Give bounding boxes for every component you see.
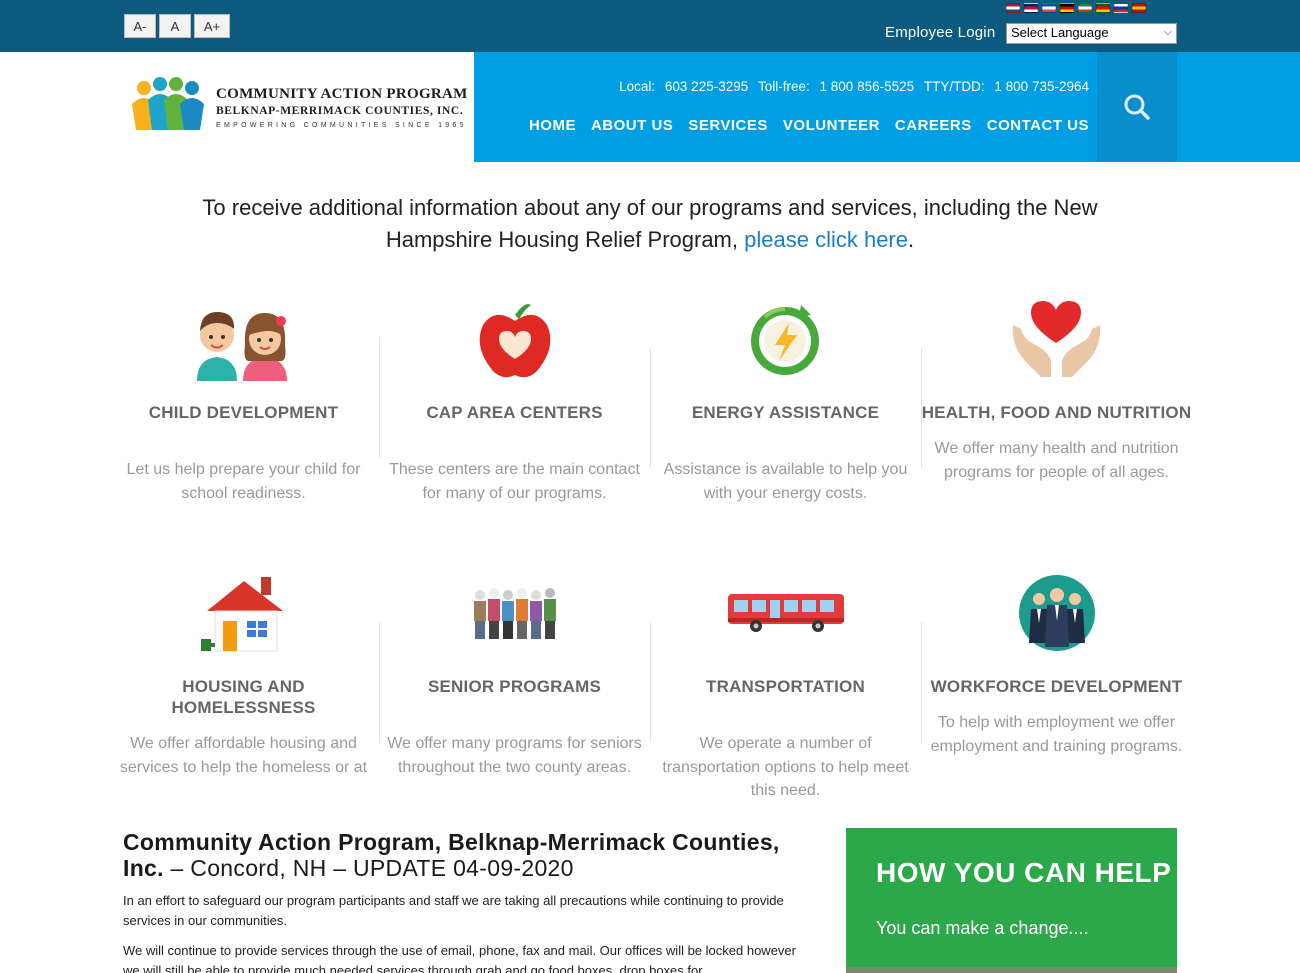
service-title: HOUSING AND HOMELESSNESS: [171, 677, 316, 717]
service-text: We offer many programs for seniors throu…: [387, 735, 642, 776]
spanish-flag-icon[interactable]: [1132, 3, 1146, 13]
heart-hands-icon: [921, 294, 1192, 384]
portuguese-flag-icon[interactable]: [1096, 3, 1110, 13]
increase-font-button[interactable]: A+: [194, 14, 230, 38]
service-housing-homelessness[interactable]: HOUSING AND HOMELESSNESS We offer afford…: [108, 568, 379, 779]
service-energy-assistance[interactable]: ENERGY ASSISTANCE Assistance is availabl…: [650, 294, 921, 505]
service-title: CHILD DEVELOPMENT: [148, 403, 339, 422]
news-title: Community Action Program, Belknap-Merrim…: [123, 829, 823, 881]
news-paragraph: In an effort to safeguard our program pa…: [123, 893, 784, 928]
language-flags: [1006, 3, 1146, 13]
top-bar: A- A A+ Employee Login Select Language ⌵: [0, 0, 1300, 52]
local-phone[interactable]: 603 225-3295: [665, 79, 748, 94]
intro-end: .: [908, 227, 915, 252]
logo-people-icon: [132, 77, 204, 130]
main-nav: HOME ABOUT US SERVICES VOLUNTEER CAREERS…: [529, 117, 1089, 134]
house-icon: [108, 568, 379, 658]
intro-message: To receive additional information about …: [150, 192, 1150, 256]
service-transportation[interactable]: TRANSPORTATION We operate a number of tr…: [650, 568, 921, 803]
italian-flag-icon[interactable]: [1078, 3, 1092, 13]
reset-font-button[interactable]: A: [159, 14, 191, 38]
service-cap-area-centers[interactable]: CAP AREA CENTERS These centers are the m…: [379, 294, 650, 505]
bus-icon: [650, 568, 921, 658]
tollfree-phone[interactable]: 1 800 856-5525: [820, 79, 915, 94]
service-text: Assistance is available to help you with…: [663, 461, 908, 502]
contact-numbers: Local: 603 225-3295 Toll-free: 1 800 856…: [613, 79, 1089, 94]
local-label: Local:: [619, 79, 656, 94]
intro-link[interactable]: please click here: [744, 227, 908, 252]
service-text: Let us help prepare your child for schoo…: [126, 461, 361, 502]
help-subtitle: You can make a change....: [876, 918, 1089, 938]
nav-about-us[interactable]: ABOUT US: [591, 117, 673, 134]
russian-flag-icon[interactable]: [1114, 3, 1128, 13]
service-text: We operate a number of transportation op…: [662, 735, 909, 799]
logo-subtitle: BELKNAP-MERRIMACK COUNTIES, INC.: [216, 105, 464, 117]
search-icon: [1124, 94, 1150, 120]
news-paragraph: We will continue to provide services thr…: [123, 943, 796, 973]
service-text: We offer affordable housing and services…: [119, 735, 368, 776]
energy-icon: [650, 294, 921, 384]
search-button[interactable]: [1097, 52, 1177, 162]
decrease-font-button[interactable]: A-: [124, 14, 156, 38]
intro-text: To receive additional information about …: [202, 195, 1098, 252]
news-title-rest: – Concord, NH – UPDATE 04-09-2020: [163, 855, 574, 881]
apple-icon: [379, 294, 650, 384]
service-senior-programs[interactable]: SENIOR PROGRAMS We offer many programs f…: [379, 568, 650, 779]
dutch-flag-icon[interactable]: [1006, 3, 1020, 13]
german-flag-icon[interactable]: [1060, 3, 1074, 13]
service-title: WORKFORCE DEVELOPMENT: [930, 677, 1183, 696]
nav-volunteer[interactable]: VOLUNTEER: [783, 117, 880, 134]
workforce-icon: [921, 568, 1192, 658]
seniors-icon: [379, 568, 650, 658]
nav-careers[interactable]: CAREERS: [895, 117, 972, 134]
language-select-value: Select Language: [1011, 25, 1109, 40]
service-title: SENIOR PROGRAMS: [427, 677, 602, 696]
help-title: HOW YOU CAN HELP: [876, 857, 1172, 888]
children-icon: [108, 294, 379, 384]
tollfree-label: Toll-free:: [758, 79, 810, 94]
site-logo[interactable]: COMMUNITY ACTION PROGRAM BELKNAP-MERRIMA…: [130, 74, 467, 134]
service-title: TRANSPORTATION: [706, 677, 865, 696]
employee-login-link[interactable]: Employee Login: [885, 24, 995, 41]
tty-label: TTY/TDD:: [923, 79, 985, 94]
nav-contact-us[interactable]: CONTACT US: [987, 117, 1089, 134]
logo-tagline: EMPOWERING COMMUNITIES SINCE 1965: [216, 122, 467, 129]
service-child-development[interactable]: CHILD DEVELOPMENT Let us help prepare yo…: [108, 294, 379, 505]
chevron-down-icon: ⌵: [1163, 26, 1172, 38]
how-you-can-help-panel[interactable]: HOW YOU CAN HELP You can make a change..…: [846, 828, 1177, 973]
header-nav-area: Local: 603 225-3295 Toll-free: 1 800 856…: [474, 52, 1300, 162]
nav-home[interactable]: HOME: [529, 117, 576, 134]
logo-title: COMMUNITY ACTION PROGRAM: [216, 86, 468, 102]
service-title: ENERGY ASSISTANCE: [691, 403, 880, 422]
help-image-strip: [846, 967, 1177, 973]
uk-flag-icon[interactable]: [1024, 3, 1038, 13]
service-title: HEALTH, FOOD AND NUTRITION: [921, 403, 1192, 422]
service-text: We offer many health and nutrition progr…: [934, 440, 1179, 481]
language-select[interactable]: Select Language ⌵: [1006, 23, 1177, 44]
service-text: To help with employment we offer employm…: [930, 714, 1183, 755]
nav-services[interactable]: SERVICES: [688, 117, 768, 134]
tty-phone[interactable]: 1 800 735-2964: [994, 79, 1089, 94]
service-health-food-nutrition[interactable]: HEALTH, FOOD AND NUTRITION We offer many…: [921, 294, 1192, 484]
service-title: CAP AREA CENTERS: [426, 403, 603, 422]
service-workforce-development[interactable]: WORKFORCE DEVELOPMENT To help with emplo…: [921, 568, 1192, 758]
service-text: These centers are the main contact for m…: [389, 461, 640, 502]
french-flag-icon[interactable]: [1042, 3, 1056, 13]
font-size-controls: A- A A+: [124, 14, 230, 38]
